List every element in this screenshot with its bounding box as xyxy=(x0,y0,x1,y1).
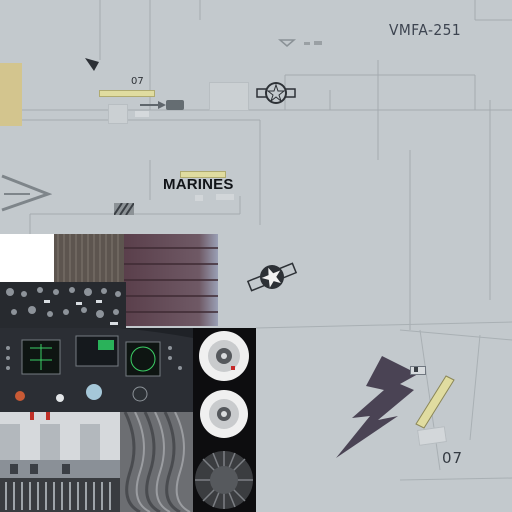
hatched-marker-icon xyxy=(114,203,134,215)
warning-triangle-icon xyxy=(85,58,99,71)
access-panel-small xyxy=(108,104,128,124)
access-panel xyxy=(209,82,249,111)
textured-panel xyxy=(54,234,124,282)
star-bar-insignia-icon xyxy=(256,82,296,104)
console-textures xyxy=(0,412,120,512)
seat-cushion-texture xyxy=(124,234,218,326)
chevron-marking-icon xyxy=(1,174,52,212)
switch-panel xyxy=(0,282,126,328)
modex-number-top: 07 xyxy=(131,76,144,87)
stencil-fill xyxy=(414,367,418,372)
tan-panel xyxy=(0,63,22,126)
modex-number-bottom: 07 xyxy=(442,449,464,467)
star-bar-insignia-icon-2 xyxy=(246,262,298,292)
texture-atlas: VMFA-251 07 MARINES 07 xyxy=(0,0,512,512)
yellow-stripe xyxy=(415,375,455,429)
stencil-box-2 xyxy=(195,195,203,201)
stencil-box-3 xyxy=(216,194,234,200)
stencil-box xyxy=(135,111,149,117)
wheel-textures xyxy=(195,331,253,509)
exhaust-texture xyxy=(120,412,193,512)
white-patch xyxy=(0,234,54,282)
squadron-code: VMFA-251 xyxy=(389,21,462,39)
service-label: MARINES xyxy=(163,176,234,193)
instrument-panel xyxy=(0,328,193,412)
fuel-marker-icon xyxy=(278,39,322,47)
stencil-strip xyxy=(99,90,155,97)
